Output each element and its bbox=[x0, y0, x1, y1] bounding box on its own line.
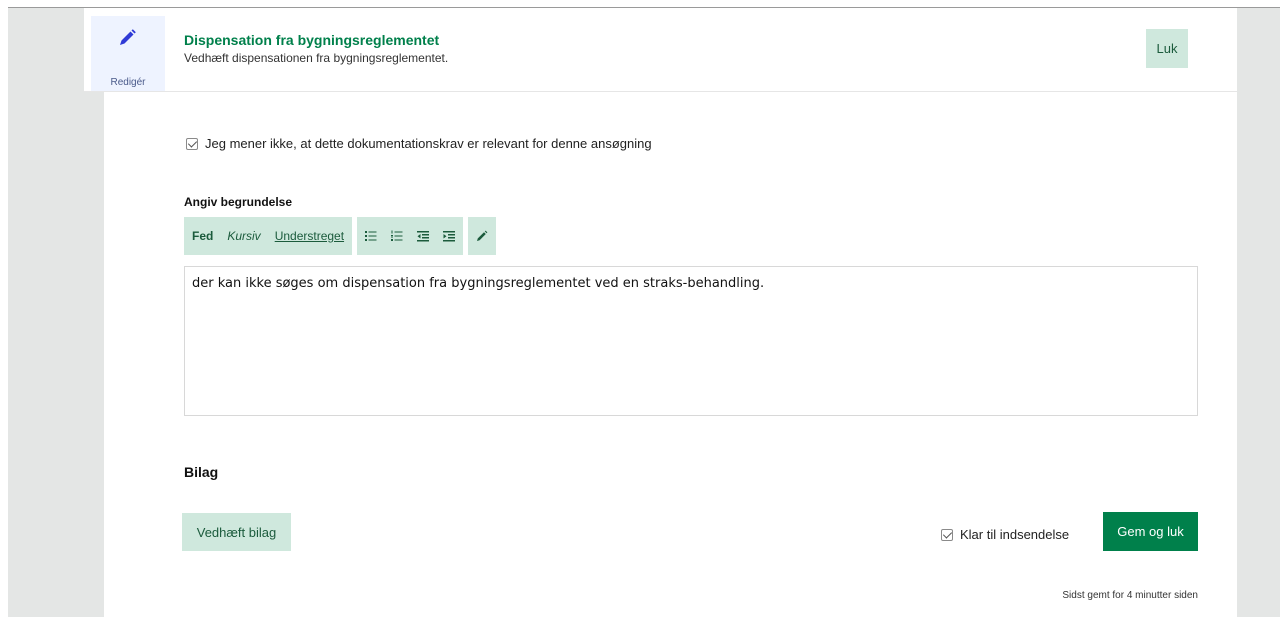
reason-textarea[interactable]: der kan ikke søges om dispensation fra b… bbox=[184, 266, 1198, 416]
attachments-heading: Bilag bbox=[184, 464, 219, 480]
close-button[interactable]: Luk bbox=[1146, 29, 1188, 68]
list-group bbox=[357, 217, 464, 255]
save-and-close-button[interactable]: Gem og luk bbox=[1103, 512, 1198, 551]
right-gutter bbox=[1237, 8, 1280, 617]
requirement-subtitle: Vedhæft dispensationen fra bygningsregle… bbox=[184, 51, 449, 65]
not-relevant-label: Jeg mener ikke, at dette dokumentationsk… bbox=[205, 136, 652, 151]
requirement-header: Redigér Dispensation fra bygningsregleme… bbox=[84, 8, 1237, 92]
ready-label: Klar til indsendelse bbox=[960, 527, 1070, 542]
outdent-icon[interactable] bbox=[417, 230, 430, 242]
reason-label: Angiv begrundelse bbox=[184, 195, 293, 209]
edit-button[interactable]: Redigér bbox=[91, 16, 165, 91]
requirement-title: Dispensation fra bygningsreglementet bbox=[184, 32, 440, 48]
last-saved-status: Sidst gemt for 4 minutter siden bbox=[1062, 590, 1198, 601]
ready-option: Klar til indsendelse bbox=[941, 527, 1069, 542]
pencil-icon[interactable] bbox=[476, 230, 488, 242]
edit-label: Redigér bbox=[110, 77, 146, 88]
draw-group bbox=[468, 217, 497, 255]
text-format-toolbar: Fed Kursiv Understreget bbox=[184, 217, 497, 255]
bulleted-list-icon[interactable] bbox=[365, 230, 377, 242]
italic-button[interactable]: Kursiv bbox=[227, 229, 260, 243]
indent-icon[interactable] bbox=[443, 230, 456, 242]
not-relevant-checkbox[interactable] bbox=[186, 137, 198, 150]
ready-checkbox[interactable] bbox=[941, 528, 953, 541]
left-gutter bbox=[8, 8, 104, 617]
bold-button[interactable]: Fed bbox=[192, 229, 213, 243]
not-relevant-option: Jeg mener ikke, at dette dokumentationsk… bbox=[186, 136, 652, 151]
numbered-list-icon[interactable] bbox=[391, 230, 403, 242]
attach-file-button[interactable]: Vedhæft bilag bbox=[182, 513, 291, 551]
text-style-group: Fed Kursiv Understreget bbox=[184, 217, 353, 255]
pencil-icon bbox=[120, 29, 136, 45]
underline-button[interactable]: Understreget bbox=[275, 229, 344, 243]
